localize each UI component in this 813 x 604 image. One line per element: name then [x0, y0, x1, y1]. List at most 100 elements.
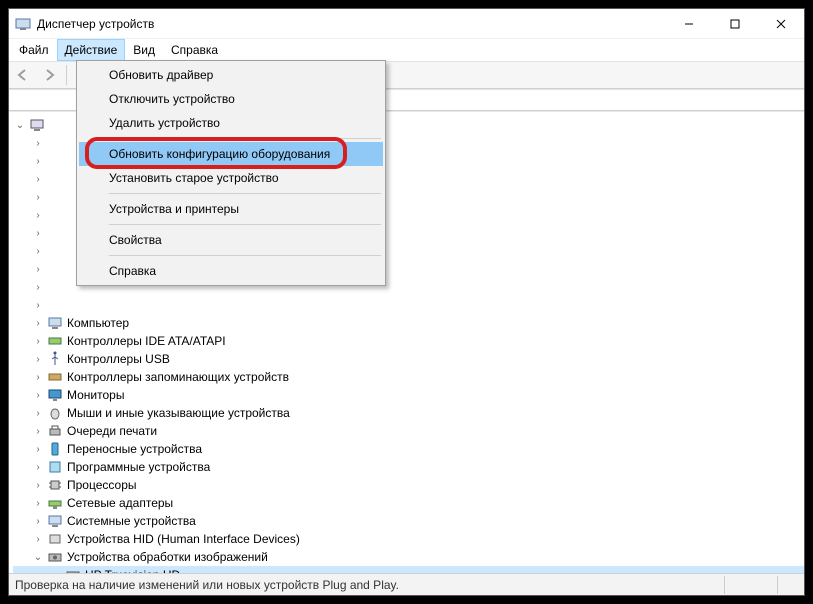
tree-label: Устройства HID (Human Interface Devices) — [67, 532, 300, 546]
expand-icon[interactable] — [31, 318, 45, 329]
close-button[interactable] — [758, 9, 804, 39]
menu-help[interactable]: Справка — [163, 39, 226, 61]
minimize-button[interactable] — [666, 9, 712, 39]
expand-icon[interactable] — [31, 282, 45, 293]
tree-node-hid[interactable]: Устройства HID (Human Interface Devices) — [13, 530, 804, 548]
title-bar[interactable]: Диспетчер устройств — [9, 9, 804, 39]
hid-icon — [47, 531, 63, 547]
expand-icon[interactable] — [31, 534, 45, 545]
menu-action[interactable]: Действие — [57, 39, 126, 61]
expand-icon[interactable] — [31, 552, 45, 563]
action-menu-dropdown: Обновить драйвер Отключить устройство Уд… — [76, 60, 386, 286]
forward-button[interactable] — [37, 63, 61, 87]
tree-node-computer[interactable]: Компьютер — [13, 314, 804, 332]
status-divider — [724, 576, 725, 594]
app-icon — [15, 16, 31, 32]
expand-icon[interactable] — [31, 408, 45, 419]
window-controls — [666, 9, 804, 39]
window-title: Диспетчер устройств — [37, 17, 154, 31]
expand-icon[interactable] — [31, 138, 45, 149]
tree-node-print[interactable]: Очереди печати — [13, 422, 804, 440]
status-bar: Проверка на наличие изменений или новых … — [9, 573, 804, 595]
tree-label: Контроллеры IDE ATA/ATAPI — [67, 334, 226, 348]
tree-node-portable[interactable]: Переносные устройства — [13, 440, 804, 458]
status-text: Проверка на наличие изменений или новых … — [15, 578, 718, 592]
imaging-icon — [47, 549, 63, 565]
mouse-icon — [47, 405, 63, 421]
menu-help[interactable]: Справка — [79, 259, 383, 283]
device-manager-window: Диспетчер устройств Файл Действие Вид Сп… — [8, 8, 805, 596]
tree-node-storage[interactable]: Контроллеры запоминающих устройств — [13, 368, 804, 386]
camera-icon — [65, 567, 81, 573]
computer-root-icon — [29, 117, 45, 133]
menu-devices-printers[interactable]: Устройства и принтеры — [79, 197, 383, 221]
menu-view[interactable]: Вид — [125, 39, 163, 61]
expand-icon[interactable] — [31, 354, 45, 365]
computer-icon — [47, 315, 63, 331]
menu-properties[interactable]: Свойства — [79, 228, 383, 252]
tree-node-ide[interactable]: Контроллеры IDE ATA/ATAPI — [13, 332, 804, 350]
tree-label: Переносные устройства — [67, 442, 202, 456]
tree-node-processors[interactable]: Процессоры — [13, 476, 804, 494]
tree-node-network[interactable]: Сетевые адаптеры — [13, 494, 804, 512]
expand-icon[interactable] — [31, 264, 45, 275]
tree-label: Процессоры — [67, 478, 137, 492]
expand-icon[interactable] — [31, 462, 45, 473]
maximize-button[interactable] — [712, 9, 758, 39]
back-button[interactable] — [11, 63, 35, 87]
printer-icon — [47, 423, 63, 439]
tree-node-software[interactable]: Программные устройства — [13, 458, 804, 476]
expand-icon[interactable] — [31, 426, 45, 437]
menu-separator — [109, 224, 381, 225]
monitor-icon — [47, 387, 63, 403]
tree-label: Устройства обработки изображений — [67, 550, 268, 564]
tree-label: Контроллеры USB — [67, 352, 170, 366]
expand-icon[interactable] — [31, 228, 45, 239]
expand-icon[interactable] — [31, 210, 45, 221]
tree-node-mice[interactable]: Мыши и иные указывающие устройства — [13, 404, 804, 422]
tree-node-system[interactable]: Системные устройства — [13, 512, 804, 530]
expand-icon[interactable] — [31, 498, 45, 509]
menu-add-legacy[interactable]: Установить старое устройство — [79, 166, 383, 190]
tree-label: Очереди печати — [67, 424, 157, 438]
expand-icon[interactable] — [31, 516, 45, 527]
status-divider — [777, 576, 778, 594]
tree-label: Сетевые адаптеры — [67, 496, 173, 510]
menu-separator — [109, 193, 381, 194]
menu-update-driver[interactable]: Обновить драйвер — [79, 63, 383, 87]
menu-disable-device[interactable]: Отключить устройство — [79, 87, 383, 111]
tree-node[interactable] — [13, 296, 804, 314]
expand-icon[interactable] — [31, 336, 45, 347]
tree-label: Компьютер — [67, 316, 129, 330]
expand-icon[interactable] — [13, 120, 27, 131]
tree-node-imaging[interactable]: Устройства обработки изображений — [13, 548, 804, 566]
tree-label: Системные устройства — [67, 514, 196, 528]
tree-label: HP Truevision HD — [85, 568, 180, 573]
expand-icon[interactable] — [31, 156, 45, 167]
menu-uninstall-device[interactable]: Удалить устройство — [79, 111, 383, 135]
portable-icon — [47, 441, 63, 457]
tree-node-camera[interactable]: HP Truevision HD — [13, 566, 804, 573]
tree-label: Мониторы — [67, 388, 124, 402]
network-icon — [47, 495, 63, 511]
menu-separator — [109, 138, 381, 139]
expand-icon[interactable] — [31, 174, 45, 185]
tree-label: Мыши и иные указывающие устройства — [67, 406, 290, 420]
expand-icon[interactable] — [31, 444, 45, 455]
expand-icon[interactable] — [31, 246, 45, 257]
expand-icon[interactable] — [31, 192, 45, 203]
expand-icon[interactable] — [31, 300, 45, 311]
tree-label: Контроллеры запоминающих устройств — [67, 370, 289, 384]
toolbar-separator — [66, 65, 67, 85]
expand-icon[interactable] — [31, 372, 45, 383]
expand-icon[interactable] — [31, 390, 45, 401]
cpu-icon — [47, 477, 63, 493]
tree-node-usb[interactable]: Контроллеры USB — [13, 350, 804, 368]
system-icon — [47, 513, 63, 529]
expand-icon[interactable] — [31, 480, 45, 491]
ide-icon — [47, 333, 63, 349]
tree-node-monitors[interactable]: Мониторы — [13, 386, 804, 404]
menu-file[interactable]: Файл — [11, 39, 57, 61]
menu-scan-hardware[interactable]: Обновить конфигурацию оборудования — [79, 142, 383, 166]
menu-separator — [109, 255, 381, 256]
